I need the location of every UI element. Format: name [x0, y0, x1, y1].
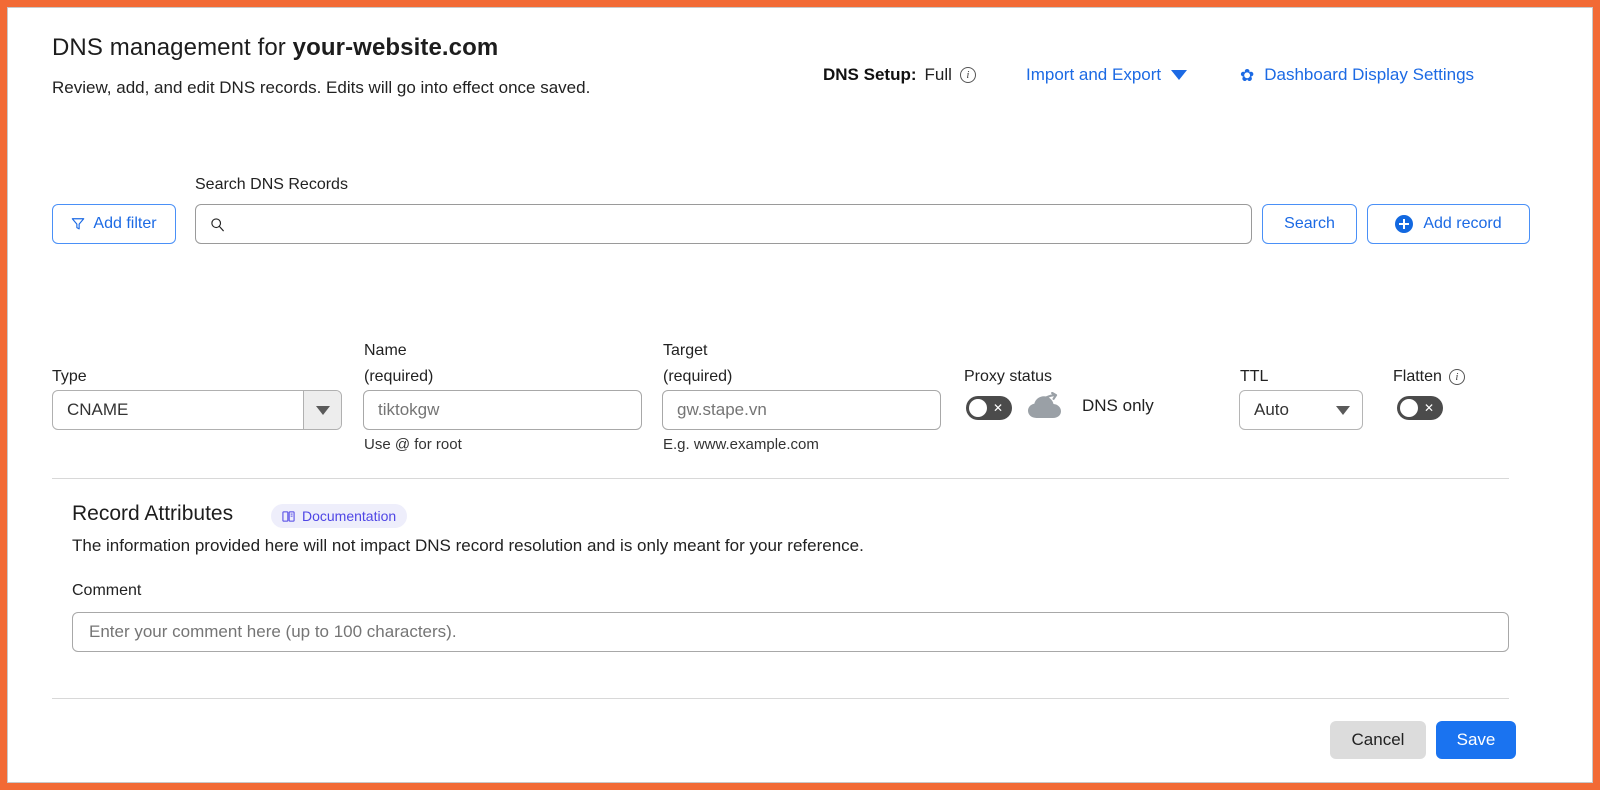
- dns-setup-value: Full: [924, 65, 952, 84]
- comment-field-label: Comment: [72, 582, 142, 599]
- proxy-status-text: DNS only: [1082, 396, 1154, 415]
- type-select[interactable]: CNAME: [52, 390, 342, 430]
- filter-icon: [72, 218, 85, 230]
- comment-input[interactable]: [72, 612, 1509, 652]
- ttl-select[interactable]: Auto: [1239, 390, 1363, 430]
- divider-top: [52, 478, 1509, 479]
- record-attributes-title: Record Attributes: [72, 502, 234, 525]
- target-field-label-line1: Target: [663, 342, 708, 359]
- name-field-hint: Use @ for root: [364, 436, 462, 453]
- type-select-arrow-button[interactable]: [303, 391, 341, 429]
- ttl-field-label: TTL: [1240, 368, 1269, 385]
- caret-down-icon: [315, 405, 330, 415]
- type-field-label: Type: [52, 368, 87, 385]
- search-button[interactable]: Search: [1262, 204, 1357, 244]
- toggle-off-icon: ✕: [993, 401, 1004, 415]
- plus-circle-icon: [1395, 215, 1414, 233]
- flatten-label-group: Flatten i: [1393, 364, 1465, 390]
- toggle-knob: [969, 399, 987, 417]
- dashboard-display-settings-label: Dashboard Display Settings: [1264, 65, 1475, 84]
- page-title: DNS management for your-website.com: [52, 34, 498, 62]
- target-input[interactable]: [662, 390, 941, 430]
- caret-down-icon: [1336, 405, 1350, 415]
- toggle-off-icon: ✕: [1424, 401, 1435, 415]
- search-dns-records-box[interactable]: [195, 204, 1252, 244]
- import-and-export-label: Import and Export: [1026, 65, 1162, 84]
- gear-icon: ✿: [1240, 65, 1255, 85]
- search-input[interactable]: [235, 214, 1251, 234]
- dns-management-panel: DNS management for your-website.com Revi…: [7, 7, 1593, 783]
- proxy-status-label: Proxy status: [964, 368, 1053, 385]
- name-field-label-line2: (required): [364, 368, 434, 385]
- target-field-hint: E.g. www.example.com: [663, 436, 819, 453]
- add-record-label: Add record: [1423, 215, 1502, 232]
- dns-setup-status: DNS Setup: Full i: [823, 65, 976, 85]
- add-filter-button[interactable]: Add filter: [52, 204, 176, 244]
- flatten-toggle[interactable]: ✕: [1397, 396, 1443, 420]
- ttl-select-value: Auto: [1254, 400, 1289, 419]
- page-subtitle: Review, add, and edit DNS records. Edits…: [52, 78, 591, 97]
- record-attributes-description: The information provided here will not i…: [72, 536, 864, 555]
- documentation-badge[interactable]: Documentation: [271, 504, 408, 528]
- flatten-field-label: Flatten: [1393, 368, 1442, 385]
- add-filter-label: Add filter: [93, 215, 157, 232]
- proxy-status-toggle[interactable]: ✕: [966, 396, 1012, 420]
- dns-setup-label: DNS Setup:: [823, 65, 917, 84]
- info-icon[interactable]: i: [1448, 368, 1465, 385]
- page-title-domain: your-website.com: [292, 34, 499, 61]
- cancel-button[interactable]: Cancel: [1330, 721, 1426, 759]
- import-and-export-menu[interactable]: Import and Export: [1026, 65, 1188, 85]
- search-button-label: Search: [1284, 215, 1335, 232]
- book-icon: [282, 510, 295, 522]
- name-field-label-line1: Name: [364, 342, 407, 359]
- dashboard-display-settings-link[interactable]: ✿ Dashboard Display Settings: [1240, 65, 1474, 85]
- type-select-value: CNAME: [67, 400, 129, 419]
- cloud-icon: [1028, 392, 1061, 418]
- divider-bottom: [52, 698, 1509, 699]
- search-icon: [211, 217, 225, 231]
- search-input-label: Search DNS Records: [195, 176, 348, 193]
- target-field-label-line2: (required): [663, 368, 733, 385]
- page-title-prefix: DNS management for: [52, 34, 293, 61]
- info-icon[interactable]: i: [959, 67, 976, 83]
- chevron-down-icon: [1171, 70, 1188, 80]
- name-input[interactable]: [363, 390, 642, 430]
- documentation-badge-label: Documentation: [302, 508, 397, 524]
- add-record-button[interactable]: Add record: [1367, 204, 1530, 244]
- save-button[interactable]: Save: [1436, 721, 1516, 759]
- toggle-knob: [1400, 399, 1418, 417]
